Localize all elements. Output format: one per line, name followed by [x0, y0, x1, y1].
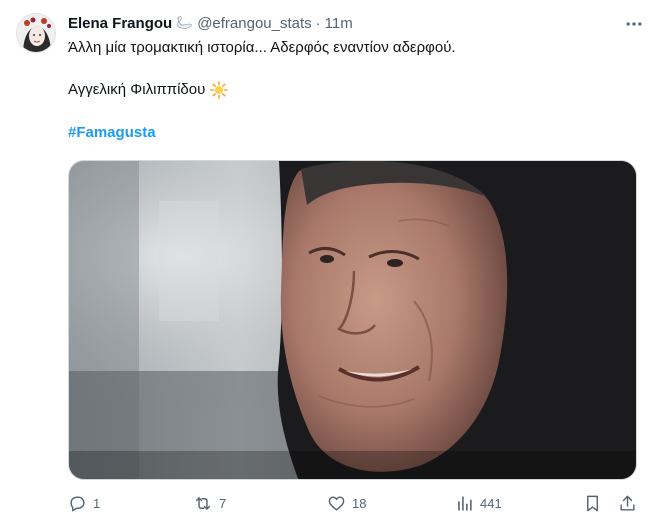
reply-icon: [70, 496, 85, 512]
share-button[interactable]: [618, 494, 637, 513]
views-count: 441: [480, 496, 502, 511]
tweet-media[interactable]: [68, 160, 637, 480]
reply-count: 1: [93, 496, 101, 511]
avatar[interactable]: [16, 13, 56, 53]
like-button[interactable]: 18: [327, 494, 366, 513]
repost-icon: [195, 497, 211, 510]
like-count: 18: [352, 496, 367, 511]
tweet-text-line-1: Άλλη μία τρομακτική ιστορία... Αδερφός ε…: [68, 39, 456, 56]
repost-count: 7: [219, 496, 227, 511]
more-icon: [626, 22, 642, 26]
share-icon: [620, 495, 635, 511]
timestamp[interactable]: 11m: [325, 15, 353, 32]
action-bar: 1 7 18 441: [68, 494, 637, 516]
avatar-illustration: [17, 14, 55, 52]
views-button[interactable]: 441: [455, 494, 502, 513]
repost-button[interactable]: 7: [193, 494, 226, 513]
swan-icon: [175, 16, 193, 30]
reply-button[interactable]: 1: [68, 494, 100, 513]
bookmark-button[interactable]: [583, 494, 602, 513]
hashtag-link[interactable]: #Famagusta: [68, 124, 156, 141]
sun-icon: [210, 81, 229, 99]
author-name[interactable]: Elena Frangou: [68, 15, 172, 32]
media-photo: [69, 161, 636, 479]
separator-dot: ·: [315, 14, 321, 32]
tweet-text-name: Αγγελική Φιλιππίδου: [68, 81, 206, 98]
views-icon: [458, 496, 472, 511]
author-handle[interactable]: @efrangou_stats: [197, 15, 311, 32]
bookmark-icon: [587, 495, 598, 512]
more-button[interactable]: [622, 12, 646, 36]
tweet[interactable]: Elena Frangou @efrangou_stats · 11m Άλλη…: [0, 0, 668, 515]
tweet-text-line-2: Αγγελική Φιλιππίδου: [68, 80, 229, 100]
tweet-header: Elena Frangou @efrangou_stats · 11m: [68, 13, 353, 33]
heart-icon: [328, 496, 345, 511]
